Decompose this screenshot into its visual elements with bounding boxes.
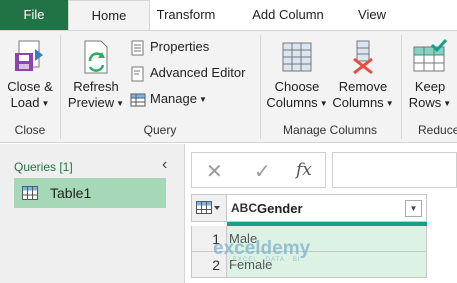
tab-view[interactable]: View	[346, 0, 398, 30]
tab-home[interactable]: Home	[68, 0, 150, 30]
cancel-formula-icon[interactable]: ✕	[206, 159, 223, 184]
queries-pane: Queries [1] ‹ Table1	[0, 144, 185, 283]
column-filter-dropdown-icon[interactable]: ▼	[405, 200, 422, 217]
formula-input[interactable]	[332, 152, 457, 188]
ribbon-tab-bar: File Home Transform Add Column View	[0, 0, 457, 30]
choose-columns-button[interactable]: Choose Columns ▼	[266, 39, 328, 112]
table-menu-icon	[196, 201, 220, 214]
properties-icon	[131, 40, 144, 56]
table-cell[interactable]: Female	[227, 252, 427, 278]
formula-bar-controls: ✕ ✓ fx	[191, 152, 326, 188]
keep-rows-label-2: Rows ▼	[408, 95, 452, 110]
table-menu-button[interactable]	[191, 194, 227, 222]
queries-title: Queries [1]	[14, 160, 73, 174]
properties-button[interactable]: Properties	[130, 36, 209, 58]
close-load-label-1: Close &	[7, 79, 53, 94]
keep-rows-button[interactable]: Keep Rows ▼	[406, 39, 454, 112]
group-divider	[401, 35, 402, 139]
close-load-icon	[15, 40, 43, 71]
advanced-editor-icon	[131, 66, 144, 82]
refresh-label-2: Preview ▼	[67, 95, 125, 110]
close-load-label-2: Load ▼	[10, 95, 50, 110]
group-label-manage-columns: Manage Columns	[282, 123, 378, 137]
group-label-reduce: Reduce	[418, 123, 457, 137]
tab-file[interactable]: File	[0, 0, 68, 30]
ribbon: Close & Load ▼ Close Refresh Preview ▼ Pro…	[0, 30, 457, 143]
manage-button[interactable]: Manage ▼	[130, 88, 207, 110]
choose-columns-label-1: Choose	[274, 79, 320, 94]
remove-columns-button[interactable]: Remove Columns ▼	[330, 39, 396, 112]
advanced-editor-button[interactable]: Advanced Editor	[130, 62, 245, 84]
remove-columns-icon	[353, 40, 373, 75]
column-type-icon[interactable]: ABC	[231, 201, 257, 215]
manage-icon	[130, 93, 146, 107]
query-item-table1[interactable]: Table1	[14, 178, 166, 208]
refresh-label-1: Refresh	[73, 79, 119, 94]
table-icon	[22, 186, 38, 200]
close-and-load-button[interactable]: Close & Load ▼	[4, 39, 56, 112]
tab-transform[interactable]: Transform	[150, 0, 222, 30]
group-label-query: Query	[143, 123, 177, 137]
commit-formula-icon[interactable]: ✓	[254, 159, 271, 184]
keep-rows-icon	[413, 39, 448, 72]
row-number: 1	[191, 226, 227, 252]
group-label-close: Close	[14, 123, 46, 137]
row-number: 2	[191, 252, 227, 278]
collapse-pane-icon[interactable]: ‹	[162, 156, 167, 174]
manage-label: Manage	[150, 91, 197, 106]
refresh-icon	[84, 40, 108, 74]
table-cell[interactable]: Male	[227, 226, 427, 252]
choose-columns-label-2: Columns ▼	[266, 95, 328, 110]
remove-columns-label-1: Remove	[338, 79, 388, 94]
keep-rows-label-1: Keep	[414, 79, 446, 94]
properties-label: Properties	[150, 39, 210, 54]
remove-columns-label-2: Columns ▼	[332, 95, 394, 110]
fx-icon[interactable]: fx	[296, 160, 312, 180]
choose-columns-icon	[282, 42, 312, 72]
refresh-preview-button[interactable]: Refresh Preview ▼	[66, 39, 126, 112]
column-name: Gender	[257, 201, 303, 216]
advanced-editor-label: Advanced Editor	[150, 65, 246, 80]
query-item-label: Table1	[50, 185, 92, 201]
data-grid: ABC Gender ▼ 1 Male 2 Female	[191, 194, 427, 283]
column-header-gender[interactable]: ABC Gender ▼	[227, 194, 427, 222]
tab-add-column[interactable]: Add Column	[236, 0, 340, 30]
